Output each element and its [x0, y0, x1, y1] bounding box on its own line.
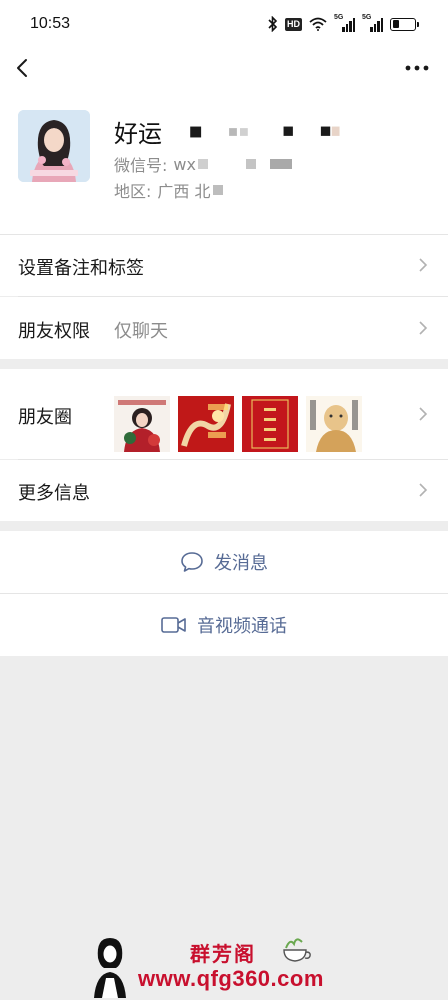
friend-permissions-cell[interactable]: 朋友权限 仅聊天 [0, 297, 448, 359]
video-call-label: 音视频通话 [197, 616, 287, 637]
status-icons: HD 5G 5G [268, 14, 419, 34]
send-message-button[interactable]: 发消息 [0, 531, 448, 593]
more-info-label: 更多信息 [18, 483, 90, 504]
region-value: 广西 北 [157, 182, 211, 201]
watermark: 群芳阁 www.qfg360.com [90, 934, 380, 998]
bluetooth-icon [268, 16, 278, 32]
wechat-id-label: 微信号: [114, 156, 168, 175]
friend-permissions-label: 朋友权限 [18, 321, 90, 342]
chevron-right-icon [419, 258, 428, 272]
chevron-right-icon [419, 407, 428, 421]
friend-permissions-value: 仅聊天 [114, 321, 168, 342]
more-button[interactable] [404, 58, 430, 78]
remark-tags-label: 设置备注和标签 [18, 258, 144, 279]
send-message-label: 发消息 [214, 553, 268, 574]
battery-icon [390, 17, 419, 31]
moments-thumbnails [114, 396, 362, 452]
chevron-right-icon [419, 483, 428, 497]
moments-thumbnail[interactable] [242, 396, 298, 452]
moments-thumbnail[interactable] [306, 396, 362, 452]
status-time: 10:53 [30, 15, 71, 32]
video-call-button[interactable]: 音视频通话 [0, 594, 448, 656]
back-button[interactable] [12, 54, 36, 82]
more-dots-icon [405, 65, 429, 71]
remark-tags-cell[interactable]: 设置备注和标签 [0, 235, 448, 296]
chat-bubble-icon [181, 552, 203, 572]
wechat-id-row: 微信号: wx [114, 152, 316, 176]
chevron-left-icon [17, 59, 27, 77]
profile-header: 好运 微信号: wx 地区: 广西 北 [0, 88, 448, 234]
video-camera-icon [161, 617, 186, 633]
region-label: 地区: [114, 182, 152, 201]
nav-bar [0, 48, 448, 88]
watermark-figure-icon [94, 938, 126, 998]
watermark-brand: 群芳阁 [190, 942, 256, 966]
moments-thumbnail[interactable] [178, 396, 234, 452]
moments-thumbnail[interactable] [114, 396, 170, 452]
signal-sim2-icon: 5G [362, 14, 383, 32]
avatar[interactable] [18, 110, 90, 182]
chevron-right-icon [419, 321, 428, 335]
mosaic-blur [212, 185, 223, 195]
more-info-cell[interactable]: 更多信息 [0, 460, 448, 521]
watermark-url: www.qfg360.com [138, 966, 324, 991]
moments-cell[interactable]: 朋友圈 [0, 369, 448, 459]
status-bar: 10:53 HD 5G 5G [0, 0, 448, 48]
moments-label: 朋友圈 [18, 407, 72, 428]
wechat-id-value: wx [173, 154, 196, 174]
wifi-icon [309, 17, 327, 31]
mosaic-blur [190, 126, 340, 137]
region-row: 地区: 广西 北 [114, 178, 227, 202]
nickname-row: 好运 [114, 114, 368, 149]
nickname: 好运 [114, 120, 162, 148]
hd-badge: HD [285, 17, 302, 31]
signal-sim1-icon: 5G [334, 14, 355, 32]
mosaic-blur [197, 159, 292, 169]
avatar-image [18, 110, 90, 182]
tea-cup-icon [283, 938, 311, 962]
